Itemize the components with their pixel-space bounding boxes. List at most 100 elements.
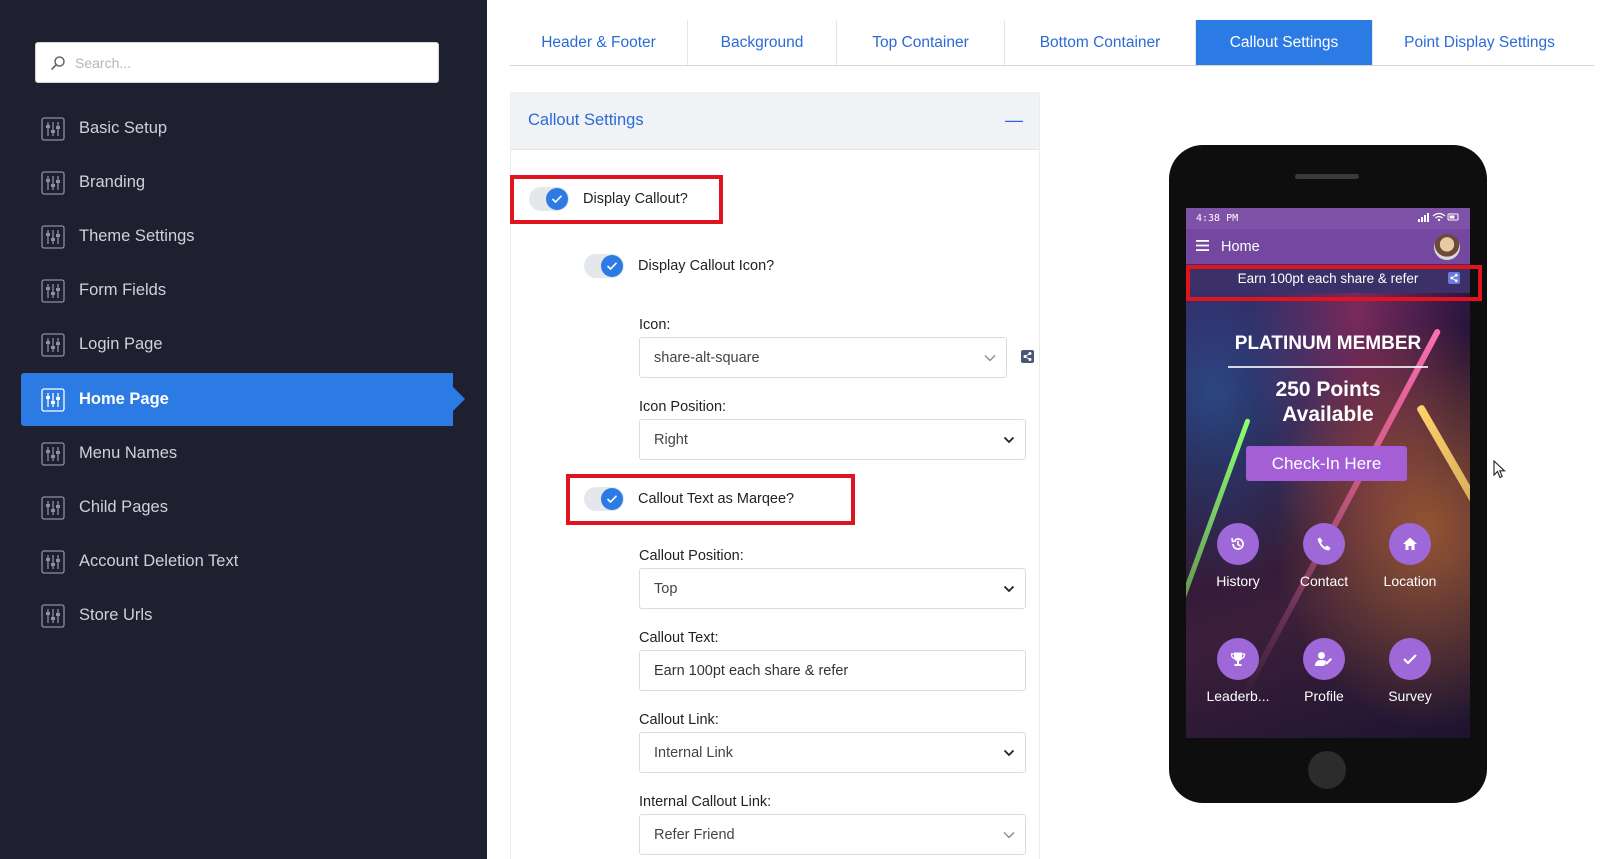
check-in-button[interactable]: Check-In Here <box>1246 446 1407 481</box>
sidebar-item-label: Store Urls <box>79 606 153 624</box>
marquee-label: Callout Text as Marqee? <box>638 491 795 507</box>
search-icon <box>51 55 65 70</box>
callout-text-input[interactable]: Earn 100pt each share & refer <box>639 650 1026 691</box>
chevron-down-icon <box>984 350 996 366</box>
divider <box>1228 366 1428 368</box>
sliders-icon <box>41 332 65 357</box>
tab-callout-settings[interactable]: Callout Settings <box>1196 20 1373 65</box>
sliders-icon <box>41 116 65 141</box>
sidebar-item-form-fields[interactable]: Form Fields <box>21 264 453 317</box>
hamburger-menu-icon[interactable] <box>1196 239 1209 255</box>
tab-header-footer[interactable]: Header & Footer <box>510 20 688 65</box>
internal-callout-link-label: Internal Callout Link: <box>639 794 772 810</box>
sidebar-item-branding[interactable]: Branding <box>21 156 453 209</box>
quick-action-leaderboard[interactable]: Leaderb... <box>1198 638 1278 704</box>
quick-action-history[interactable]: History <box>1198 523 1278 589</box>
display-callout-icon-row: Display Callout Icon? <box>584 254 774 278</box>
avatar[interactable] <box>1434 233 1460 260</box>
phone-home-button <box>1308 751 1346 789</box>
search-input[interactable] <box>75 54 415 71</box>
chevron-down-icon <box>1003 432 1015 448</box>
tab-bottom-container[interactable]: Bottom Container <box>1005 20 1196 65</box>
user-edit-icon <box>1303 638 1345 680</box>
icon-position-value: Right <box>654 431 688 448</box>
check-icon <box>601 255 623 277</box>
points-available: 250 Points Available <box>1186 377 1470 427</box>
callout-text-label: Callout Text: <box>639 630 719 646</box>
sidebar-item-theme-settings[interactable]: Theme Settings <box>21 210 453 263</box>
icon-label: Icon: <box>639 317 671 333</box>
sidebar-item-account-deletion-text[interactable]: Account Deletion Text <box>21 535 453 588</box>
phone-time: 4:38 PM <box>1196 213 1239 224</box>
sidebar-item-label: Home Page <box>79 390 169 408</box>
display-callout-icon-toggle[interactable] <box>584 254 624 278</box>
quick-action-label: Profile <box>1304 688 1344 704</box>
phone-icon <box>1303 523 1345 565</box>
collapse-icon[interactable]: — <box>1005 110 1023 131</box>
phone-status-bar: 4:38 PM <box>1186 208 1470 229</box>
sidebar-item-basic-setup[interactable]: Basic Setup <box>21 102 453 155</box>
sidebar-item-login-page[interactable]: Login Page <box>21 318 453 371</box>
callout-position-label: Callout Position: <box>639 548 744 564</box>
callout-link-select[interactable]: Internal Link <box>639 732 1026 773</box>
phone-page-title: Home <box>1221 238 1260 255</box>
marquee-row: Callout Text as Marqee? <box>584 487 794 511</box>
history-icon <box>1217 523 1259 565</box>
tab-background[interactable]: Background <box>688 20 837 65</box>
quick-action-survey[interactable]: Survey <box>1370 638 1450 704</box>
tab-top-container[interactable]: Top Container <box>837 20 1005 65</box>
chevron-down-icon <box>1003 745 1015 761</box>
phone-app-bar: Home <box>1186 229 1470 264</box>
display-callout-label: Display Callout? <box>583 191 688 207</box>
quick-action-label: Leaderb... <box>1206 688 1270 704</box>
membership-tier: PLATINUM MEMBER <box>1234 333 1422 354</box>
phone-preview: 4:38 PM Home Earn 100pt each share & ref… <box>1169 145 1487 803</box>
share-alt-square-icon <box>1021 350 1034 368</box>
trophy-icon <box>1217 638 1259 680</box>
check-icon <box>546 188 568 210</box>
icon-position-select[interactable]: Right <box>639 419 1026 460</box>
panel-title: Callout Settings <box>528 111 644 129</box>
internal-callout-link-select[interactable]: Refer Friend <box>639 814 1026 855</box>
icon-position-label: Icon Position: <box>639 399 727 415</box>
sidebar-item-label: Menu Names <box>79 444 178 462</box>
check-icon <box>1389 638 1431 680</box>
display-callout-row: Display Callout? <box>529 187 688 211</box>
sidebar-item-label: Theme Settings <box>79 227 195 245</box>
check-icon <box>601 488 623 510</box>
display-callout-toggle[interactable] <box>529 187 569 211</box>
quick-action-profile[interactable]: Profile <box>1284 638 1364 704</box>
search-box[interactable] <box>35 42 439 83</box>
marquee-toggle[interactable] <box>584 487 624 511</box>
highlight-box <box>1186 265 1482 301</box>
quick-action-label: Survey <box>1388 688 1432 704</box>
sidebar-item-label: Form Fields <box>79 281 167 299</box>
sidebar-item-label: Basic Setup <box>79 119 168 137</box>
sidebar-item-home-page[interactable]: Home Page <box>21 373 465 426</box>
phone-speaker <box>1295 174 1359 179</box>
settings-tabs: Header & Footer Background Top Container… <box>510 20 1594 66</box>
chevron-down-icon <box>1003 827 1015 843</box>
points-available-label: Available <box>1282 403 1374 426</box>
points-value: 250 Points <box>1275 378 1381 401</box>
sidebar-item-menu-names[interactable]: Menu Names <box>21 427 453 480</box>
display-callout-icon-label: Display Callout Icon? <box>638 258 775 274</box>
quick-action-contact[interactable]: Contact <box>1284 523 1364 589</box>
quick-action-label: History <box>1216 573 1260 589</box>
quick-action-location[interactable]: Location <box>1370 523 1450 589</box>
tab-point-display-settings[interactable]: Point Display Settings <box>1373 20 1586 65</box>
sidebar-item-store-urls[interactable]: Store Urls <box>21 589 453 642</box>
sidebar-item-child-pages[interactable]: Child Pages <box>21 481 453 534</box>
icon-select[interactable]: share-alt-square <box>639 337 1007 378</box>
status-icons <box>1418 212 1460 225</box>
panel-header: Callout Settings — <box>511 92 1039 150</box>
quick-action-label: Location <box>1383 573 1437 589</box>
callout-position-select[interactable]: Top <box>639 568 1026 609</box>
callout-position-value: Top <box>654 580 678 597</box>
sliders-icon <box>41 170 65 195</box>
sliders-icon <box>41 387 65 412</box>
sliders-icon <box>41 441 65 466</box>
sidebar-item-label: Account Deletion Text <box>79 552 239 570</box>
callout-link-label: Callout Link: <box>639 712 719 728</box>
sidebar-item-label: Branding <box>79 173 146 191</box>
